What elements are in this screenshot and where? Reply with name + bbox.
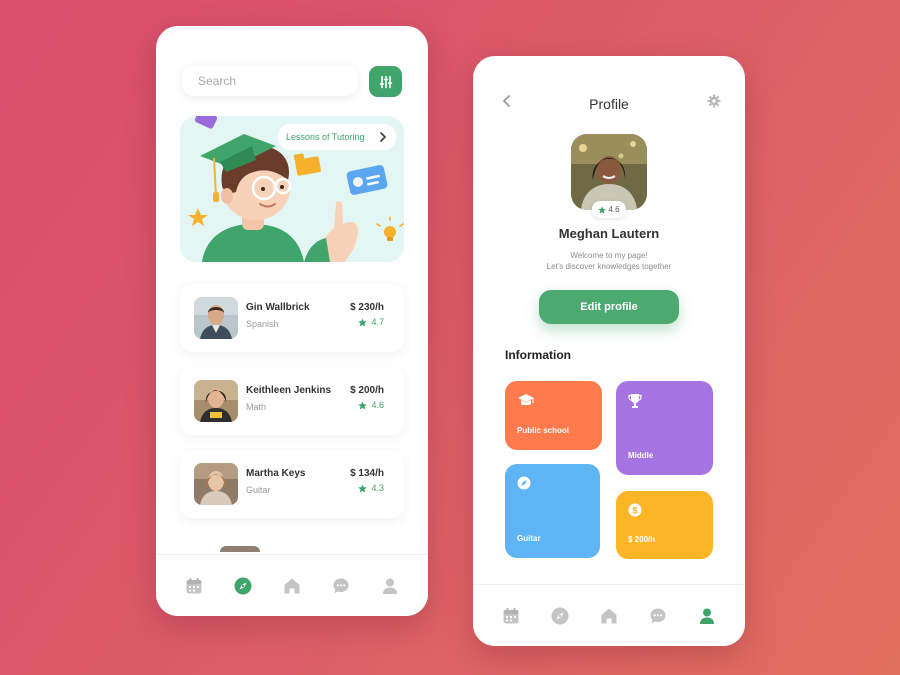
chevron-right-icon	[380, 132, 386, 142]
sliders-icon	[379, 75, 392, 88]
calendar-icon	[503, 607, 519, 623]
profile-rating-value: 4.6	[608, 205, 620, 214]
tutor-name: Gin Wallbrick	[246, 302, 310, 313]
nav-messages[interactable]	[647, 605, 669, 627]
tutor-rating-value: 4.3	[371, 483, 384, 493]
tutor-card[interactable]: Gin Wallbrick Spanish $ 230/h 4.7	[180, 284, 404, 352]
tutor-rating: 4.7	[358, 317, 384, 327]
star-icon	[358, 400, 368, 409]
gear-icon	[707, 94, 721, 108]
tutor-card[interactable]: Keithleen Jenkins Math $ 200/h 4.6	[180, 367, 404, 435]
chat-icon	[650, 608, 666, 623]
search-box[interactable]	[182, 66, 358, 96]
compass-icon	[234, 577, 252, 594]
user-icon	[382, 578, 397, 594]
star-icon	[358, 483, 368, 492]
tutor-name: Martha Keys	[246, 468, 306, 479]
info-tile-school[interactable]: Public school	[505, 381, 602, 450]
tutor-rating: 4.3	[358, 483, 384, 493]
tutor-list-screen: Lessons of Tutoring Gin Wallbrick Spanis…	[156, 26, 428, 616]
tutor-card[interactable]: Martha Keys Guitar $ 134/h 4.3	[180, 450, 404, 518]
tutor-avatar	[194, 297, 238, 339]
banner-label: Lessons of Tutoring	[286, 132, 365, 142]
tutor-avatar	[194, 380, 238, 422]
home-icon	[601, 608, 617, 623]
tile-label: Guitar	[517, 534, 541, 543]
nav-home[interactable]	[281, 575, 303, 597]
filter-button[interactable]	[369, 66, 402, 97]
compass-icon	[551, 607, 569, 624]
tutor-price: $ 230/h	[350, 302, 384, 313]
tutor-subject: Guitar	[246, 485, 271, 495]
profile-bio-line: Welcome to my page!	[570, 251, 648, 260]
star-icon	[358, 317, 368, 326]
dollar-coin-icon: $	[628, 503, 642, 517]
tile-label: Middle	[628, 451, 654, 460]
information-heading: Information	[505, 348, 571, 362]
nav-explore[interactable]	[549, 605, 571, 627]
nav-calendar[interactable]	[183, 575, 205, 597]
tutor-subject: Math	[246, 402, 267, 412]
nav-calendar[interactable]	[500, 605, 522, 627]
compass-icon	[517, 476, 531, 490]
user-icon	[699, 608, 714, 624]
info-tile-price[interactable]: $ $ 200/h	[616, 491, 713, 559]
bottom-nav	[156, 554, 428, 616]
tutor-subject: Spanish	[246, 319, 279, 329]
chat-icon	[333, 578, 349, 593]
nav-messages[interactable]	[330, 575, 352, 597]
page-title: Profile	[589, 96, 629, 112]
info-tile-level[interactable]: Middle	[616, 381, 713, 475]
info-tile-subject[interactable]: Guitar	[505, 464, 600, 558]
graduation-cap-icon	[518, 394, 534, 406]
profile-bio-line: Let's discover knowledges together	[546, 262, 672, 271]
tutor-avatar-peek	[220, 546, 260, 552]
nav-profile[interactable]	[696, 605, 718, 627]
nav-explore[interactable]	[232, 575, 254, 597]
tutoring-banner[interactable]: Lessons of Tutoring	[180, 116, 404, 262]
tutor-name: Keithleen Jenkins	[246, 385, 332, 396]
nav-profile[interactable]	[379, 575, 401, 597]
tutor-rating-value: 4.7	[371, 317, 384, 327]
tutor-rating: 4.6	[358, 400, 384, 410]
tutor-avatar	[194, 463, 238, 505]
tutor-price: $ 134/h	[350, 468, 384, 479]
search-input[interactable]	[198, 74, 358, 88]
svg-text:$: $	[632, 506, 637, 516]
nav-home[interactable]	[598, 605, 620, 627]
edit-profile-button[interactable]: Edit profile	[539, 290, 679, 324]
trophy-icon	[628, 394, 642, 408]
home-icon	[284, 578, 300, 593]
profile-screen: Profile 4.6 Meghan Lautern Welcome to my…	[473, 56, 745, 646]
tutor-price: $ 200/h	[350, 385, 384, 396]
profile-name: Meghan Lautern	[558, 226, 660, 241]
tile-label: Public school	[517, 426, 570, 435]
profile-avatar	[571, 134, 647, 210]
profile-rating-badge: 4.6	[592, 201, 626, 218]
lessons-of-tutoring-link[interactable]: Lessons of Tutoring	[278, 124, 396, 150]
tile-label: $ 200/h	[628, 535, 656, 544]
bottom-nav	[473, 584, 745, 646]
star-icon	[598, 205, 607, 214]
settings-button[interactable]	[707, 94, 721, 113]
tutor-rating-value: 4.6	[371, 400, 384, 410]
calendar-icon	[186, 577, 202, 593]
